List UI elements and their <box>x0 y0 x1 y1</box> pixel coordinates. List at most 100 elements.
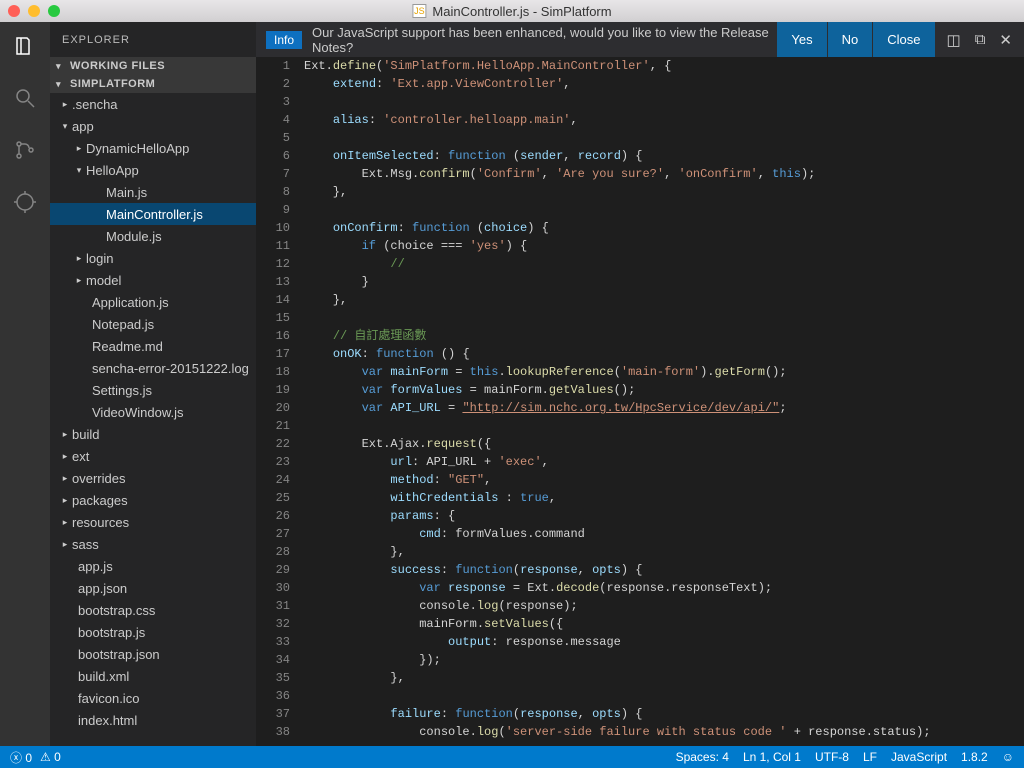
folder-tree-item[interactable]: ▾HelloApp <box>50 159 256 181</box>
folder-tree-item[interactable]: ▸resources <box>50 511 256 533</box>
folder-tree-item[interactable]: ▸model <box>50 269 256 291</box>
chevron-right-icon: ▸ <box>60 539 70 550</box>
chevron-down-icon: ▾ <box>60 121 70 132</box>
folder-tree-item[interactable]: ▸build <box>50 423 256 445</box>
maximize-window-button[interactable] <box>48 5 60 17</box>
info-badge: Info <box>266 31 302 49</box>
chevron-down-icon: ▾ <box>56 61 66 72</box>
notification-message: Our JavaScript support has been enhanced… <box>312 25 776 55</box>
encoding-status[interactable]: UTF-8 <box>815 750 849 764</box>
sidebar: EXPLORER ▾WORKING FILES ▾SIMPLATFORM ▸.s… <box>50 22 256 746</box>
tree-item-label: VideoWindow.js <box>90 405 184 420</box>
tree-item-label: Application.js <box>90 295 169 310</box>
folder-tree-item[interactable]: ▾app <box>50 115 256 137</box>
file-tree-item[interactable]: bootstrap.json <box>50 643 256 665</box>
chevron-right-icon: ▸ <box>60 495 70 506</box>
no-button[interactable]: No <box>827 22 873 57</box>
working-files-section-header[interactable]: ▾WORKING FILES <box>50 57 256 75</box>
folder-tree-item[interactable]: ▸.sencha <box>50 93 256 115</box>
status-bar: ⓧ 0 ⚠ 0 Spaces: 4 Ln 1, Col 1 UTF-8 LF J… <box>0 746 1024 768</box>
tree-item-label: favicon.ico <box>76 691 139 706</box>
debug-view-icon[interactable] <box>11 188 39 216</box>
file-tree[interactable]: ▸.sencha▾app▸DynamicHelloApp▾HelloAppMai… <box>50 93 256 746</box>
tree-item-label: packages <box>70 493 128 508</box>
source-control-view-icon[interactable] <box>11 136 39 164</box>
file-tree-item[interactable]: MainController.js <box>50 203 256 225</box>
folder-tree-item[interactable]: ▸login <box>50 247 256 269</box>
tree-item-label: login <box>84 251 113 266</box>
warning-icon: ⚠ <box>40 750 51 764</box>
indent-status[interactable]: Spaces: 4 <box>676 750 729 764</box>
file-tree-item[interactable]: favicon.ico <box>50 687 256 709</box>
feedback-icon[interactable]: ☺ <box>1002 750 1014 764</box>
split-editor-icon[interactable]: ◫ <box>947 31 961 49</box>
tree-item-label: MainController.js <box>104 207 203 222</box>
tree-item-label: overrides <box>70 471 125 486</box>
folder-tree-item[interactable]: ▸packages <box>50 489 256 511</box>
cursor-position-status[interactable]: Ln 1, Col 1 <box>743 750 801 764</box>
chevron-right-icon: ▸ <box>60 99 70 110</box>
folder-tree-item[interactable]: ▸ext <box>50 445 256 467</box>
chevron-right-icon: ▸ <box>60 451 70 462</box>
file-tree-item[interactable]: index.html <box>50 709 256 731</box>
chevron-right-icon: ▸ <box>60 429 70 440</box>
tree-item-label: resources <box>70 515 129 530</box>
error-icon: ⓧ <box>10 749 22 766</box>
tree-item-label: model <box>84 273 121 288</box>
file-tree-item[interactable]: build.xml <box>50 665 256 687</box>
language-mode-status[interactable]: JavaScript <box>891 750 947 764</box>
tree-item-label: app.js <box>76 559 113 574</box>
file-tree-item[interactable]: Main.js <box>50 181 256 203</box>
explorer-view-icon[interactable] <box>11 32 39 60</box>
tree-item-label: Module.js <box>104 229 162 244</box>
file-tree-item[interactable]: bootstrap.css <box>50 599 256 621</box>
close-editor-icon[interactable]: ✕ <box>999 31 1012 49</box>
window-title: JS MainController.js - SimPlatform <box>412 4 611 19</box>
notification-bar: Info Our JavaScript support has been enh… <box>256 22 1024 57</box>
tree-item-label: bootstrap.json <box>76 647 160 662</box>
open-preview-icon[interactable]: ⧉ <box>975 31 986 48</box>
file-tree-item[interactable]: app.js <box>50 555 256 577</box>
file-tree-item[interactable]: Settings.js <box>50 379 256 401</box>
tree-item-label: sass <box>70 537 99 552</box>
window-titlebar: JS MainController.js - SimPlatform <box>0 0 1024 22</box>
tree-item-label: app <box>70 119 94 134</box>
eol-status[interactable]: LF <box>863 750 877 764</box>
traffic-lights <box>8 5 60 17</box>
folder-tree-item[interactable]: ▸sass <box>50 533 256 555</box>
yes-button[interactable]: Yes <box>776 22 826 57</box>
search-view-icon[interactable] <box>11 84 39 112</box>
file-tree-item[interactable]: app.json <box>50 577 256 599</box>
editor-area: Info Our JavaScript support has been enh… <box>256 22 1024 746</box>
project-section-header[interactable]: ▾SIMPLATFORM <box>50 75 256 93</box>
code-content[interactable]: Ext.define('SimPlatform.HelloApp.MainCon… <box>304 57 1024 746</box>
minimize-window-button[interactable] <box>28 5 40 17</box>
file-tree-item[interactable]: Application.js <box>50 291 256 313</box>
chevron-right-icon: ▸ <box>74 143 84 154</box>
chevron-right-icon: ▸ <box>60 473 70 484</box>
code-editor[interactable]: 1234567891011121314151617181920212223242… <box>256 57 1024 746</box>
errors-indicator[interactable]: ⓧ 0 <box>10 749 32 766</box>
file-tree-item[interactable]: VideoWindow.js <box>50 401 256 423</box>
tree-item-label: Main.js <box>104 185 147 200</box>
folder-tree-item[interactable]: ▸overrides <box>50 467 256 489</box>
tree-item-label: build <box>70 427 99 442</box>
tree-item-label: Readme.md <box>90 339 163 354</box>
activity-bar <box>0 22 50 746</box>
git-status[interactable]: 1.8.2 <box>961 750 988 764</box>
file-tree-item[interactable]: sencha-error-20151222.log <box>50 357 256 379</box>
folder-tree-item[interactable]: ▸DynamicHelloApp <box>50 137 256 159</box>
tree-item-label: ext <box>70 449 89 464</box>
warnings-indicator[interactable]: ⚠ 0 <box>40 750 61 764</box>
tree-item-label: bootstrap.js <box>76 625 145 640</box>
tree-item-label: build.xml <box>76 669 129 684</box>
close-notification-button[interactable]: Close <box>872 22 934 57</box>
chevron-down-icon: ▾ <box>74 165 84 176</box>
file-tree-item[interactable]: bootstrap.js <box>50 621 256 643</box>
tree-item-label: Notepad.js <box>90 317 154 332</box>
file-tree-item[interactable]: Notepad.js <box>50 313 256 335</box>
file-tree-item[interactable]: Readme.md <box>50 335 256 357</box>
file-tree-item[interactable]: Module.js <box>50 225 256 247</box>
close-window-button[interactable] <box>8 5 20 17</box>
tree-item-label: Settings.js <box>90 383 152 398</box>
